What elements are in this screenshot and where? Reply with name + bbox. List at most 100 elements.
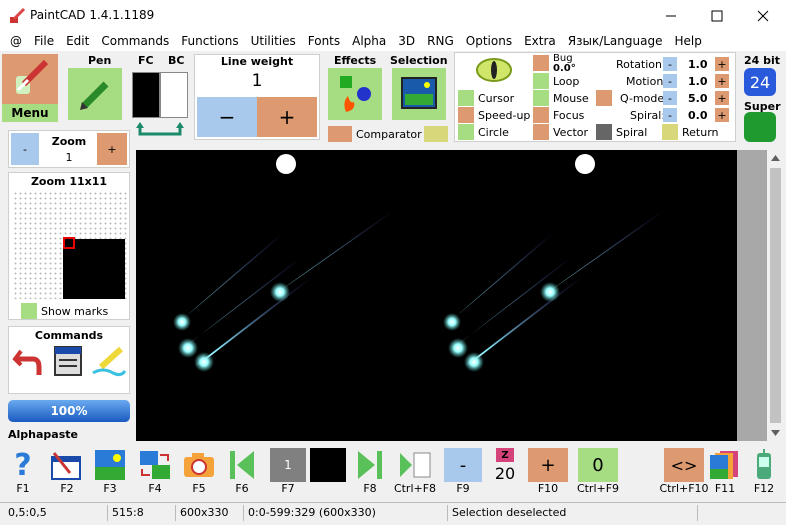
- bit-depth-label: 24 bit: [744, 54, 781, 67]
- loop-checkbox[interactable]: [533, 73, 549, 89]
- super-button[interactable]: [744, 112, 776, 142]
- f10-plus-button[interactable]: +: [528, 448, 568, 482]
- menu-label[interactable]: Menu: [2, 104, 58, 122]
- comparator-label: Comparator: [356, 128, 422, 141]
- ctrl-f9-label: Ctrl+F9: [576, 482, 620, 495]
- f9-minus-button[interactable]: -: [444, 448, 482, 482]
- menu-edit[interactable]: Edit: [60, 34, 95, 48]
- next-page-icon[interactable]: [398, 449, 432, 481]
- pen-button[interactable]: [68, 68, 122, 120]
- line-weight-plus-button[interactable]: +: [257, 97, 317, 137]
- vector-checkbox[interactable]: [533, 124, 549, 140]
- scroll-down-icon[interactable]: [767, 425, 784, 441]
- menu-3d[interactable]: 3D: [392, 34, 421, 48]
- spiral-checkbox[interactable]: [596, 124, 612, 140]
- show-marks-checkbox[interactable]: [21, 303, 37, 319]
- canvas[interactable]: [136, 150, 737, 441]
- phone-icon[interactable]: [750, 449, 778, 481]
- bit-depth-button[interactable]: 24: [744, 68, 776, 96]
- maximize-button[interactable]: [694, 0, 740, 31]
- circle-checkbox[interactable]: [458, 124, 474, 140]
- status-empty-cell: [698, 505, 782, 521]
- scroll-up-icon[interactable]: [767, 150, 784, 166]
- spiral-minus-button[interactable]: -: [663, 108, 677, 122]
- minimize-button[interactable]: [648, 0, 694, 31]
- help-icon[interactable]: ?: [8, 447, 38, 483]
- motion-minus-button[interactable]: -: [663, 74, 677, 88]
- menu-functions[interactable]: Functions: [175, 34, 244, 48]
- menu-bar: @ File Edit Commands Functions Utilities…: [0, 31, 786, 51]
- image-icon[interactable]: [94, 449, 126, 481]
- line-weight-title: Line weight: [220, 55, 294, 68]
- zoom-minus-button[interactable]: -: [11, 133, 39, 165]
- frame-number-button[interactable]: 1: [270, 448, 306, 482]
- f6-label: F6: [235, 482, 249, 495]
- line-weight-minus-button[interactable]: −: [197, 97, 257, 137]
- counter-icon: Z: [496, 448, 514, 462]
- vertical-scrollbar[interactable]: [767, 150, 784, 441]
- menu-tool-button[interactable]: [2, 54, 58, 104]
- brush-icon: [16, 59, 49, 94]
- swap-colors-icon[interactable]: [134, 122, 186, 140]
- foreground-color[interactable]: [132, 72, 160, 118]
- fc-label: FC: [138, 54, 154, 67]
- cursor-checkbox[interactable]: [458, 90, 474, 106]
- window-title: PaintCAD 1.4.1.1189: [30, 8, 155, 22]
- qmode-checkbox[interactable]: [596, 90, 612, 106]
- background-color[interactable]: [160, 72, 188, 118]
- rotation-minus-button[interactable]: -: [663, 57, 677, 71]
- loop-label: Loop: [553, 75, 580, 88]
- menu-help[interactable]: Help: [668, 34, 707, 48]
- f1-label: F1: [16, 482, 30, 495]
- focus-checkbox[interactable]: [533, 107, 549, 123]
- qmode-plus-button[interactable]: +: [715, 91, 729, 105]
- f12-label: F12: [753, 482, 775, 495]
- menu-fonts[interactable]: Fonts: [302, 34, 346, 48]
- bug-checkbox[interactable]: [533, 55, 549, 71]
- command-menu-icon[interactable]: [51, 343, 85, 377]
- comparator-swatch[interactable]: [328, 126, 352, 142]
- last-frame-icon[interactable]: [356, 449, 384, 481]
- menu-alpha[interactable]: Alpha: [346, 34, 392, 48]
- ctrl-f10-compare-button[interactable]: <>: [664, 448, 704, 482]
- menu-options[interactable]: Options: [460, 34, 518, 48]
- menu-rng[interactable]: RNG: [421, 34, 460, 48]
- close-button[interactable]: [740, 0, 786, 31]
- menu-language[interactable]: Язык/Language: [562, 34, 669, 48]
- marker-icon[interactable]: [91, 343, 127, 377]
- zoom-panel: - Zoom 1 +: [8, 130, 130, 168]
- selection-swatch[interactable]: [424, 126, 448, 142]
- undo-icon[interactable]: [11, 343, 45, 377]
- picture-icon: [401, 77, 437, 109]
- rotation-plus-button[interactable]: +: [715, 57, 729, 71]
- menu-extra[interactable]: Extra: [518, 34, 562, 48]
- frame-preview[interactable]: [310, 448, 346, 482]
- scroll-thumb[interactable]: [770, 168, 781, 423]
- selection-button[interactable]: [392, 68, 446, 120]
- gallery-icon[interactable]: [708, 449, 742, 481]
- qmode-minus-button[interactable]: -: [663, 91, 677, 105]
- menu-commands[interactable]: Commands: [95, 34, 175, 48]
- first-frame-icon[interactable]: [228, 449, 256, 481]
- camera-icon[interactable]: [182, 449, 216, 481]
- menu-file[interactable]: File: [28, 34, 60, 48]
- eye-icon[interactable]: [474, 56, 514, 84]
- ctrl-f8-label: Ctrl+F8: [393, 482, 437, 495]
- swap-images-icon[interactable]: [138, 449, 172, 481]
- return-label: Return: [682, 126, 719, 139]
- app-icon: [8, 7, 26, 25]
- ctrl-f9-zero-button[interactable]: 0: [578, 448, 618, 482]
- spiral-plus-button[interactable]: +: [715, 108, 729, 122]
- counter-value[interactable]: 20: [492, 464, 518, 483]
- speedup-checkbox[interactable]: [458, 107, 474, 123]
- motion-plus-button[interactable]: +: [715, 74, 729, 88]
- rotation-value: 1.0: [688, 58, 708, 71]
- mouse-checkbox[interactable]: [533, 90, 549, 106]
- f5-label: F5: [192, 482, 206, 495]
- menu-utilities[interactable]: Utilities: [245, 34, 302, 48]
- effects-button[interactable]: [328, 68, 382, 120]
- window-select-icon[interactable]: [50, 449, 84, 481]
- return-checkbox[interactable]: [662, 124, 678, 140]
- menu-at[interactable]: @: [4, 34, 28, 48]
- zoom-plus-button[interactable]: +: [97, 133, 127, 165]
